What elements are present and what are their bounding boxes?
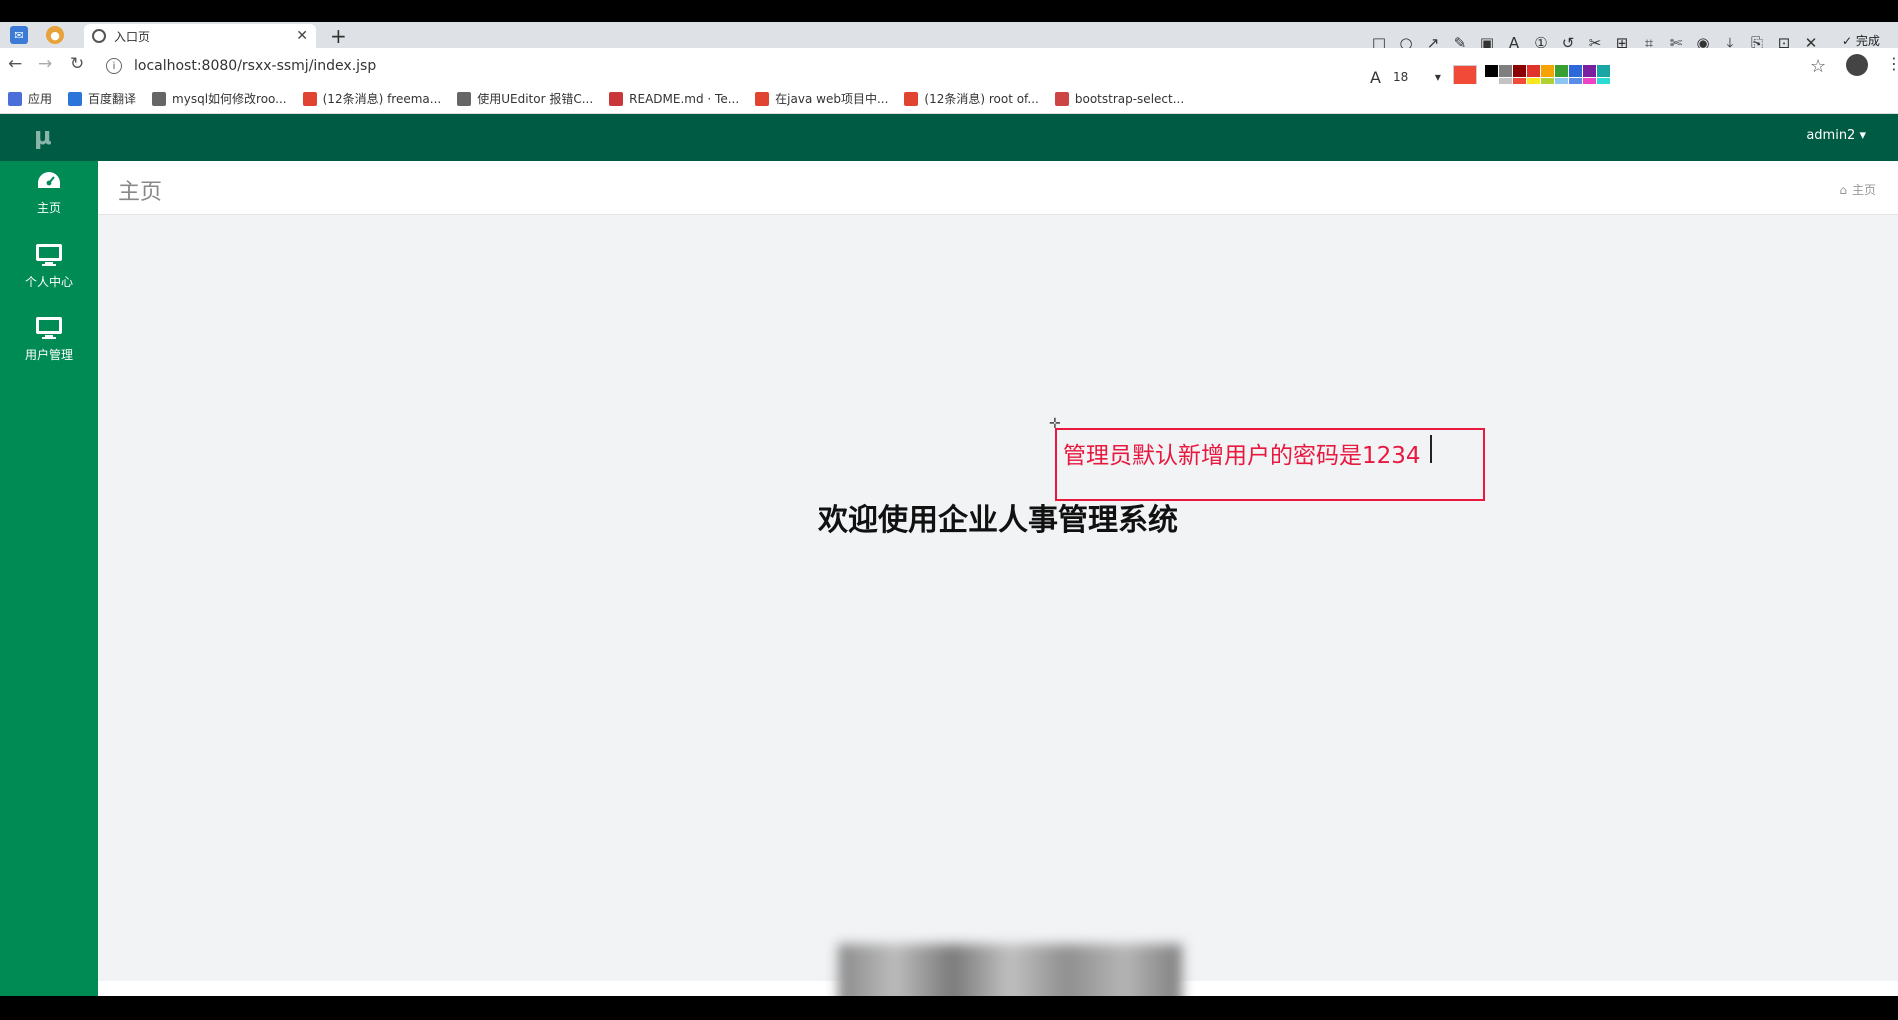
close-tab-icon[interactable]: ✕ bbox=[296, 28, 308, 44]
breadcrumb-home[interactable]: 主页 bbox=[1852, 181, 1876, 198]
monitor-icon bbox=[35, 243, 63, 267]
blurred-region bbox=[838, 944, 1182, 996]
bookmark-item[interactable]: (12条消息) root of... bbox=[904, 90, 1039, 107]
bookmark-label: (12条消息) freema... bbox=[322, 92, 442, 106]
bookmark-item[interactable]: mysql如何修改roo... bbox=[152, 90, 287, 107]
address-bar: ← → ↻ i localhost:8080/rsxx-ssmj/index.j… bbox=[0, 48, 1898, 84]
annotation-text[interactable]: 管理员默认新增用户的密码是1234 bbox=[1063, 436, 1421, 470]
new-tab-button[interactable]: + bbox=[330, 24, 347, 48]
sidebar-item-label: 主页 bbox=[36, 201, 61, 215]
color-swatch[interactable] bbox=[1596, 64, 1610, 77]
sidebar-item-users[interactable]: 用户管理 bbox=[0, 316, 98, 380]
color-swatch[interactable] bbox=[1526, 64, 1540, 77]
text-caret bbox=[1430, 435, 1432, 463]
forward-arrow-icon[interactable]: → bbox=[38, 54, 52, 74]
app-header: μ admin2 ▾ bbox=[0, 114, 1898, 161]
bookmark-favicon-icon bbox=[302, 91, 317, 106]
apps-grid-icon bbox=[8, 91, 22, 106]
bookmark-label: (12条消息) root of... bbox=[924, 92, 1039, 106]
bookmark-label: README.md · Te... bbox=[629, 91, 740, 106]
sidebar-item-label: 个人中心 bbox=[24, 275, 73, 289]
browser-menu-icon[interactable]: ⋮ bbox=[1886, 54, 1898, 73]
color-swatch[interactable] bbox=[1540, 64, 1554, 77]
color-swatch[interactable] bbox=[1498, 64, 1512, 77]
done-label: 完成 bbox=[1855, 34, 1880, 48]
bookmarks-bar: 应用 百度翻译 mysql如何修改roo... (12条消息) freema... 使用… bbox=[0, 84, 1898, 114]
dashboard-icon bbox=[35, 169, 63, 193]
url-field[interactable]: i localhost:8080/rsxx-ssmj/index.jsp bbox=[106, 53, 1356, 79]
bookmark-label: 在java web项目中... bbox=[775, 92, 889, 106]
sidebar-item-profile[interactable]: 个人中心 bbox=[0, 243, 98, 307]
star-icon[interactable]: ☆ bbox=[1810, 56, 1826, 77]
bookmark-item[interactable]: README.md · Te... bbox=[609, 91, 740, 106]
bookmark-favicon-icon bbox=[152, 91, 167, 106]
breadcrumb: ⌂ 主页 bbox=[1839, 181, 1876, 198]
annotation-done-button[interactable]: ✓ 完成 bbox=[1842, 32, 1880, 49]
monitor-icon bbox=[35, 316, 63, 340]
sidebar-item-home[interactable]: 主页 bbox=[0, 169, 98, 233]
bookmark-item[interactable]: 使用UEditor 报错C... bbox=[457, 90, 593, 107]
bookmark-item[interactable]: 应用 bbox=[8, 90, 52, 107]
bookmark-label: bootstrap-select... bbox=[1074, 91, 1185, 106]
bookmark-item[interactable]: 在java web项目中... bbox=[755, 90, 888, 107]
user-menu[interactable]: admin2 ▾ bbox=[1806, 128, 1866, 143]
tab-strip: ✉ ● 入口页 ✕ + □ ○ ↗ ✎ ▣ A ① ↺ ✂ ⊞ ⌗ ✄ ◉ ⤓ … bbox=[0, 22, 1898, 52]
bottom-letterbox bbox=[0, 996, 1898, 1020]
reload-icon[interactable]: ↻ bbox=[70, 54, 84, 74]
top-letterbox bbox=[0, 0, 1898, 22]
bookmark-label: 应用 bbox=[28, 92, 53, 106]
page-header: 主页 ⌂ 主页 bbox=[98, 161, 1898, 215]
main-content: 主页 ⌂ 主页 欢迎使用企业人事管理系统 bbox=[98, 161, 1898, 996]
color-swatch[interactable] bbox=[1568, 64, 1582, 77]
home-icon: ⌂ bbox=[1839, 182, 1847, 197]
bookmark-favicon-icon bbox=[755, 91, 770, 106]
info-icon[interactable]: i bbox=[106, 58, 122, 74]
color-swatch[interactable] bbox=[1582, 64, 1596, 77]
bookmark-item[interactable]: 百度翻译 bbox=[68, 90, 136, 107]
mail-app-icon[interactable]: ✉ bbox=[10, 26, 28, 44]
tab-title: 入口页 bbox=[114, 29, 151, 44]
bookmark-favicon-icon bbox=[457, 91, 472, 106]
annotation-text-box[interactable]: 管理员默认新增用户的密码是1234 bbox=[1055, 428, 1485, 501]
profile-avatar-icon[interactable] bbox=[1846, 54, 1868, 76]
bookmark-label: 百度翻译 bbox=[88, 92, 137, 106]
bookmark-favicon-icon bbox=[904, 91, 919, 106]
screen-recording-frame: ✉ ● 入口页 ✕ + □ ○ ↗ ✎ ▣ A ① ↺ ✂ ⊞ ⌗ ✄ ◉ ⤓ … bbox=[0, 0, 1898, 1020]
bookmark-label: 使用UEditor 报错C... bbox=[477, 92, 594, 106]
color-swatch[interactable] bbox=[1484, 64, 1498, 77]
browser-tab[interactable]: 入口页 ✕ bbox=[84, 24, 316, 48]
chrome-app-icon[interactable]: ● bbox=[46, 26, 64, 44]
welcome-heading: 欢迎使用企业人事管理系统 bbox=[818, 503, 1178, 538]
sidebar-item-label: 用户管理 bbox=[24, 348, 73, 362]
page-title: 主页 bbox=[118, 180, 163, 205]
bookmark-favicon-icon bbox=[1054, 91, 1069, 106]
color-swatch[interactable] bbox=[1512, 64, 1526, 77]
browser-window: ✉ ● 入口页 ✕ + □ ○ ↗ ✎ ▣ A ① ↺ ✂ ⊞ ⌗ ✄ ◉ ⤓ … bbox=[0, 22, 1898, 996]
globe-icon bbox=[92, 29, 106, 43]
back-arrow-icon[interactable]: ← bbox=[8, 54, 22, 74]
bookmark-label: mysql如何修改roo... bbox=[172, 92, 287, 106]
app-logo[interactable]: μ bbox=[34, 122, 52, 150]
bookmark-favicon-icon bbox=[68, 91, 83, 106]
chevron-down-icon: ▾ bbox=[1434, 69, 1441, 84]
url-text: localhost:8080/rsxx-ssmj/index.jsp bbox=[134, 58, 377, 74]
bookmark-item[interactable]: bootstrap-select... bbox=[1054, 91, 1185, 106]
bookmark-favicon-icon bbox=[609, 91, 624, 106]
font-size-value: 18 bbox=[1392, 69, 1409, 84]
bookmark-item[interactable]: (12条消息) freema... bbox=[302, 90, 442, 107]
color-swatch[interactable] bbox=[1554, 64, 1568, 77]
sidebar: 主页 个人中心 用户管理 bbox=[0, 161, 98, 996]
